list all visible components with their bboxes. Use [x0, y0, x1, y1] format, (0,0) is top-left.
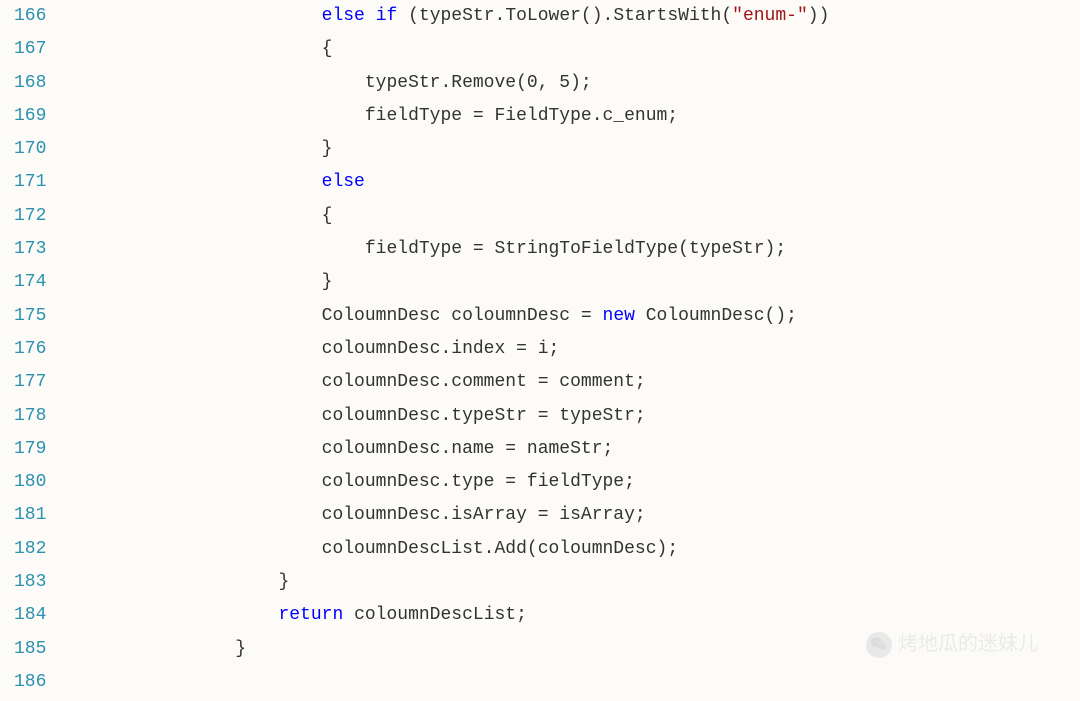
- watermark: 烤地瓜的迷妹儿: [866, 626, 1038, 663]
- line-number: 179: [0, 433, 46, 466]
- code-line: coloumnDesc.isArray = isArray;: [62, 499, 1080, 532]
- code-token: coloumnDesc.type = fieldType;: [322, 472, 635, 492]
- code-token: "enum-": [732, 6, 808, 26]
- code-line: coloumnDesc.comment = comment;: [62, 366, 1080, 399]
- code-line: {: [62, 200, 1080, 233]
- code-line: }: [62, 133, 1080, 166]
- code-token: }: [322, 139, 333, 159]
- line-number: 181: [0, 499, 46, 532]
- line-number: 178: [0, 400, 46, 433]
- line-number: 175: [0, 300, 46, 333]
- line-number: 183: [0, 566, 46, 599]
- code-token: ColoumnDesc();: [635, 306, 797, 326]
- code-token: [365, 6, 376, 26]
- code-line: else if (typeStr.ToLower().StartsWith("e…: [62, 0, 1080, 33]
- code-content: else if (typeStr.ToLower().StartsWith("e…: [54, 0, 1080, 699]
- code-token: fieldType = StringToFieldType(typeStr);: [365, 239, 786, 259]
- code-token: coloumnDesc.typeStr = typeStr;: [322, 406, 646, 426]
- code-token: if: [376, 6, 398, 26]
- code-line: }: [62, 266, 1080, 299]
- code-token: }: [278, 572, 289, 592]
- code-line: fieldType = StringToFieldType(typeStr);: [62, 233, 1080, 266]
- code-line: typeStr.Remove(0, 5);: [62, 67, 1080, 100]
- code-token: coloumnDesc.index = i;: [322, 339, 560, 359]
- code-token: coloumnDesc.isArray = isArray;: [322, 505, 646, 525]
- code-token: new: [603, 306, 635, 326]
- code-token: {: [322, 39, 333, 59]
- watermark-text: 烤地瓜的迷妹儿: [898, 626, 1038, 663]
- code-token: {: [322, 206, 333, 226]
- code-token: fieldType = FieldType.c_enum;: [365, 106, 678, 126]
- line-number: 184: [0, 599, 46, 632]
- line-number: 172: [0, 200, 46, 233]
- line-number: 174: [0, 266, 46, 299]
- code-line: }: [62, 566, 1080, 599]
- line-number: 185: [0, 633, 46, 666]
- code-token: }: [235, 639, 246, 659]
- line-number: 171: [0, 166, 46, 199]
- code-token: (typeStr.ToLower().StartsWith(: [397, 6, 732, 26]
- code-line: coloumnDesc.name = nameStr;: [62, 433, 1080, 466]
- code-token: typeStr.Remove(0, 5);: [365, 73, 592, 93]
- line-number: 170: [0, 133, 46, 166]
- code-line: ColoumnDesc coloumnDesc = new ColoumnDes…: [62, 300, 1080, 333]
- code-line: [62, 666, 1080, 699]
- line-number: 176: [0, 333, 46, 366]
- code-line: {: [62, 33, 1080, 66]
- code-token: coloumnDesc.comment = comment;: [322, 372, 646, 392]
- wechat-icon: [866, 632, 892, 658]
- code-token: ColoumnDesc coloumnDesc =: [322, 306, 603, 326]
- line-number: 180: [0, 466, 46, 499]
- code-editor: 1661671681691701711721731741751761771781…: [0, 0, 1080, 699]
- code-token: )): [808, 6, 830, 26]
- code-token: else: [322, 6, 365, 26]
- code-line: coloumnDesc.typeStr = typeStr;: [62, 400, 1080, 433]
- code-line: else: [62, 166, 1080, 199]
- line-number: 182: [0, 533, 46, 566]
- code-line: coloumnDesc.type = fieldType;: [62, 466, 1080, 499]
- line-number: 177: [0, 366, 46, 399]
- line-number: 167: [0, 33, 46, 66]
- line-number-gutter: 1661671681691701711721731741751761771781…: [0, 0, 54, 699]
- code-line: coloumnDesc.index = i;: [62, 333, 1080, 366]
- code-token: else: [322, 172, 365, 192]
- code-token: return: [278, 605, 343, 625]
- code-line: fieldType = FieldType.c_enum;: [62, 100, 1080, 133]
- code-token: }: [322, 272, 333, 292]
- line-number: 166: [0, 0, 46, 33]
- code-token: coloumnDescList.Add(coloumnDesc);: [322, 539, 678, 559]
- line-number: 186: [0, 666, 46, 699]
- line-number: 173: [0, 233, 46, 266]
- code-token: coloumnDesc.name = nameStr;: [322, 439, 614, 459]
- code-line: coloumnDescList.Add(coloumnDesc);: [62, 533, 1080, 566]
- line-number: 168: [0, 67, 46, 100]
- code-token: coloumnDescList;: [343, 605, 527, 625]
- line-number: 169: [0, 100, 46, 133]
